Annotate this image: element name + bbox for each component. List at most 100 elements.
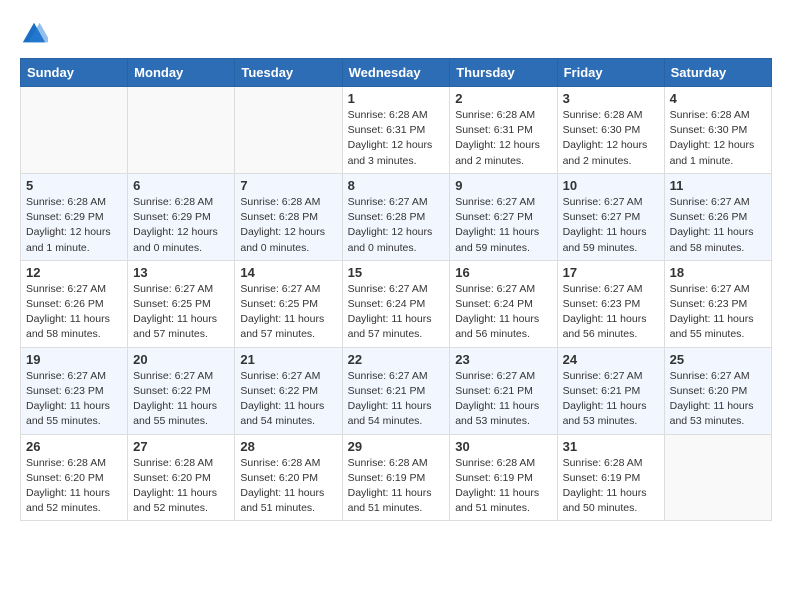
- day-info: Sunrise: 6:27 AM Sunset: 6:27 PM Dayligh…: [455, 195, 551, 256]
- calendar-cell: 12 Sunrise: 6:27 AM Sunset: 6:26 PM Dayli…: [21, 260, 128, 347]
- calendar-cell: 26 Sunrise: 6:28 AM Sunset: 6:20 PM Dayli…: [21, 434, 128, 521]
- day-info: Sunrise: 6:28 AM Sunset: 6:30 PM Dayligh…: [563, 108, 659, 169]
- day-info: Sunrise: 6:27 AM Sunset: 6:23 PM Dayligh…: [563, 282, 659, 343]
- calendar-cell: 5Sunrise: 6:28 AM Sunset: 6:29 PM Daylig…: [21, 173, 128, 260]
- day-info: Sunrise: 6:27 AM Sunset: 6:26 PM Dayligh…: [26, 282, 122, 343]
- calendar-cell: 9 Sunrise: 6:27 AM Sunset: 6:27 PM Daylig…: [450, 173, 557, 260]
- day-info: Sunrise: 6:27 AM Sunset: 6:25 PM Dayligh…: [240, 282, 336, 343]
- calendar-cell: 1 Sunrise: 6:28 AM Sunset: 6:31 PM Daylig…: [342, 87, 450, 174]
- day-number: 9: [455, 178, 551, 193]
- calendar-cell: 7 Sunrise: 6:28 AM Sunset: 6:28 PM Daylig…: [235, 173, 342, 260]
- day-number: 7: [240, 178, 336, 193]
- calendar-cell: [664, 434, 771, 521]
- calendar: SundayMondayTuesdayWednesdayThursdayFrid…: [20, 58, 772, 521]
- calendar-cell: 25 Sunrise: 6:27 AM Sunset: 6:20 PM Dayli…: [664, 347, 771, 434]
- calendar-header-saturday: Saturday: [664, 59, 771, 87]
- day-number: 1: [348, 91, 445, 106]
- day-info: Sunrise: 6:28 AM Sunset: 6:29 PM Dayligh…: [26, 195, 122, 256]
- calendar-cell: 23Sunrise: 6:27 AM Sunset: 6:21 PM Dayli…: [450, 347, 557, 434]
- day-info: Sunrise: 6:27 AM Sunset: 6:23 PM Dayligh…: [670, 282, 766, 343]
- day-number: 17: [563, 265, 659, 280]
- day-info: Sunrise: 6:28 AM Sunset: 6:20 PM Dayligh…: [26, 456, 122, 517]
- day-info: Sunrise: 6:28 AM Sunset: 6:28 PM Dayligh…: [240, 195, 336, 256]
- day-number: 3: [563, 91, 659, 106]
- day-info: Sunrise: 6:27 AM Sunset: 6:24 PM Dayligh…: [455, 282, 551, 343]
- calendar-cell: 18 Sunrise: 6:27 AM Sunset: 6:23 PM Dayli…: [664, 260, 771, 347]
- calendar-cell: 13 Sunrise: 6:27 AM Sunset: 6:25 PM Dayli…: [128, 260, 235, 347]
- calendar-header-wednesday: Wednesday: [342, 59, 450, 87]
- day-number: 28: [240, 439, 336, 454]
- day-number: 14: [240, 265, 336, 280]
- day-number: 8: [348, 178, 445, 193]
- header: [20, 20, 772, 48]
- calendar-header-tuesday: Tuesday: [235, 59, 342, 87]
- calendar-week-row: 12 Sunrise: 6:27 AM Sunset: 6:26 PM Dayli…: [21, 260, 772, 347]
- day-info: Sunrise: 6:27 AM Sunset: 6:26 PM Dayligh…: [670, 195, 766, 256]
- calendar-week-row: 1 Sunrise: 6:28 AM Sunset: 6:31 PM Daylig…: [21, 87, 772, 174]
- calendar-cell: 29Sunrise: 6:28 AM Sunset: 6:19 PM Dayli…: [342, 434, 450, 521]
- day-number: 12: [26, 265, 122, 280]
- day-number: 16: [455, 265, 551, 280]
- day-info: Sunrise: 6:27 AM Sunset: 6:21 PM Dayligh…: [348, 369, 445, 430]
- calendar-cell: 2 Sunrise: 6:28 AM Sunset: 6:31 PM Daylig…: [450, 87, 557, 174]
- day-number: 18: [670, 265, 766, 280]
- day-number: 11: [670, 178, 766, 193]
- day-info: Sunrise: 6:28 AM Sunset: 6:19 PM Dayligh…: [563, 456, 659, 517]
- day-number: 20: [133, 352, 229, 367]
- day-number: 15: [348, 265, 445, 280]
- calendar-cell: 8 Sunrise: 6:27 AM Sunset: 6:28 PM Daylig…: [342, 173, 450, 260]
- calendar-cell: 31Sunrise: 6:28 AM Sunset: 6:19 PM Dayli…: [557, 434, 664, 521]
- calendar-week-row: 5Sunrise: 6:28 AM Sunset: 6:29 PM Daylig…: [21, 173, 772, 260]
- calendar-week-row: 26 Sunrise: 6:28 AM Sunset: 6:20 PM Dayli…: [21, 434, 772, 521]
- calendar-cell: 3 Sunrise: 6:28 AM Sunset: 6:30 PM Daylig…: [557, 87, 664, 174]
- day-info: Sunrise: 6:28 AM Sunset: 6:31 PM Dayligh…: [455, 108, 551, 169]
- day-number: 6: [133, 178, 229, 193]
- day-info: Sunrise: 6:28 AM Sunset: 6:31 PM Dayligh…: [348, 108, 445, 169]
- day-number: 21: [240, 352, 336, 367]
- day-number: 29: [348, 439, 445, 454]
- day-number: 10: [563, 178, 659, 193]
- calendar-cell: [21, 87, 128, 174]
- calendar-cell: 28 Sunrise: 6:28 AM Sunset: 6:20 PM Dayli…: [235, 434, 342, 521]
- day-info: Sunrise: 6:27 AM Sunset: 6:23 PM Dayligh…: [26, 369, 122, 430]
- calendar-header-row: SundayMondayTuesdayWednesdayThursdayFrid…: [21, 59, 772, 87]
- calendar-cell: 27 Sunrise: 6:28 AM Sunset: 6:20 PM Dayli…: [128, 434, 235, 521]
- day-info: Sunrise: 6:28 AM Sunset: 6:20 PM Dayligh…: [133, 456, 229, 517]
- calendar-cell: 20 Sunrise: 6:27 AM Sunset: 6:22 PM Dayli…: [128, 347, 235, 434]
- day-info: Sunrise: 6:27 AM Sunset: 6:21 PM Dayligh…: [563, 369, 659, 430]
- calendar-cell: 6 Sunrise: 6:28 AM Sunset: 6:29 PM Daylig…: [128, 173, 235, 260]
- day-info: Sunrise: 6:27 AM Sunset: 6:20 PM Dayligh…: [670, 369, 766, 430]
- day-info: Sunrise: 6:27 AM Sunset: 6:25 PM Dayligh…: [133, 282, 229, 343]
- day-number: 26: [26, 439, 122, 454]
- day-info: Sunrise: 6:27 AM Sunset: 6:28 PM Dayligh…: [348, 195, 445, 256]
- day-number: 4: [670, 91, 766, 106]
- day-number: 24: [563, 352, 659, 367]
- day-info: Sunrise: 6:27 AM Sunset: 6:24 PM Dayligh…: [348, 282, 445, 343]
- day-info: Sunrise: 6:28 AM Sunset: 6:30 PM Dayligh…: [670, 108, 766, 169]
- calendar-cell: 24 Sunrise: 6:27 AM Sunset: 6:21 PM Dayli…: [557, 347, 664, 434]
- calendar-week-row: 19 Sunrise: 6:27 AM Sunset: 6:23 PM Dayli…: [21, 347, 772, 434]
- day-info: Sunrise: 6:27 AM Sunset: 6:22 PM Dayligh…: [133, 369, 229, 430]
- calendar-cell: 10 Sunrise: 6:27 AM Sunset: 6:27 PM Dayli…: [557, 173, 664, 260]
- day-info: Sunrise: 6:27 AM Sunset: 6:27 PM Dayligh…: [563, 195, 659, 256]
- day-number: 27: [133, 439, 229, 454]
- calendar-header-monday: Monday: [128, 59, 235, 87]
- logo-icon: [20, 20, 48, 48]
- calendar-cell: 22Sunrise: 6:27 AM Sunset: 6:21 PM Dayli…: [342, 347, 450, 434]
- calendar-header-friday: Friday: [557, 59, 664, 87]
- calendar-cell: 15 Sunrise: 6:27 AM Sunset: 6:24 PM Dayli…: [342, 260, 450, 347]
- day-number: 25: [670, 352, 766, 367]
- day-info: Sunrise: 6:28 AM Sunset: 6:29 PM Dayligh…: [133, 195, 229, 256]
- calendar-cell: 16 Sunrise: 6:27 AM Sunset: 6:24 PM Dayli…: [450, 260, 557, 347]
- day-number: 2: [455, 91, 551, 106]
- calendar-cell: 19 Sunrise: 6:27 AM Sunset: 6:23 PM Dayli…: [21, 347, 128, 434]
- day-number: 19: [26, 352, 122, 367]
- calendar-cell: 14 Sunrise: 6:27 AM Sunset: 6:25 PM Dayli…: [235, 260, 342, 347]
- day-info: Sunrise: 6:28 AM Sunset: 6:19 PM Dayligh…: [455, 456, 551, 517]
- calendar-header-sunday: Sunday: [21, 59, 128, 87]
- calendar-cell: 30 Sunrise: 6:28 AM Sunset: 6:19 PM Dayli…: [450, 434, 557, 521]
- day-number: 13: [133, 265, 229, 280]
- day-number: 30: [455, 439, 551, 454]
- day-info: Sunrise: 6:28 AM Sunset: 6:20 PM Dayligh…: [240, 456, 336, 517]
- day-info: Sunrise: 6:27 AM Sunset: 6:22 PM Dayligh…: [240, 369, 336, 430]
